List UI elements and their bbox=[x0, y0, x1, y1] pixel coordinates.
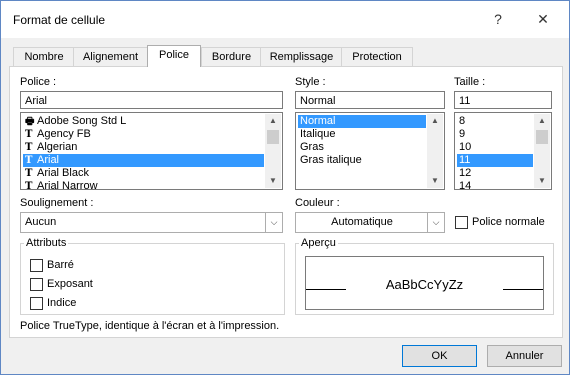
tab-nombre[interactable]: Nombre bbox=[13, 47, 75, 66]
exposant-checkbox[interactable] bbox=[30, 278, 43, 291]
font-info-text: Police TrueType, identique à l'écran et … bbox=[20, 320, 280, 332]
list-item[interactable]: Italique bbox=[298, 128, 426, 141]
police-tab-panel: Police : Arial 🖶 Adobe Song Std L T Agency… bbox=[9, 66, 563, 338]
barre-label: Barré bbox=[47, 259, 74, 271]
list-item[interactable]: 9 bbox=[457, 128, 533, 141]
police-normale-label: Police normale bbox=[472, 216, 545, 228]
tab-police[interactable]: Police bbox=[147, 45, 201, 67]
exposant-label: Exposant bbox=[47, 278, 93, 290]
soulignement-select[interactable]: Aucun ⌵ bbox=[20, 212, 283, 233]
police-input[interactable]: Arial bbox=[20, 91, 283, 109]
truetype-icon: T bbox=[25, 181, 33, 190]
tab-remplissage[interactable]: Remplissage bbox=[260, 47, 343, 66]
list-item[interactable]: 14 bbox=[457, 180, 533, 189]
title-bar: Format de cellule ? ✕ bbox=[1, 1, 569, 38]
scroll-down-icon[interactable]: ▼ bbox=[265, 174, 281, 188]
indice-label: Indice bbox=[47, 297, 77, 309]
taille-input[interactable]: 11 bbox=[454, 91, 552, 109]
apercu-preview: AaBbCcYyZz bbox=[305, 256, 544, 310]
style-label: Style : bbox=[295, 76, 326, 88]
list-item[interactable]: Gras bbox=[298, 141, 426, 154]
soulignement-label: Soulignement : bbox=[20, 197, 94, 209]
police-normale-checkbox[interactable] bbox=[455, 216, 468, 229]
tab-protection[interactable]: Protection bbox=[341, 47, 413, 66]
couleur-value: Automatique bbox=[331, 216, 393, 228]
attributs-title: Attributs bbox=[24, 237, 69, 249]
list-item[interactable]: 🖶 Adobe Song Std L bbox=[23, 115, 264, 128]
window-title: Format de cellule bbox=[13, 13, 106, 27]
printer-font-icon: 🖶 bbox=[25, 116, 35, 127]
scroll-down-icon[interactable]: ▼ bbox=[427, 174, 443, 188]
style-input[interactable]: Normal bbox=[295, 91, 445, 109]
scroll-down-icon[interactable]: ▼ bbox=[534, 174, 550, 188]
scroll-thumb[interactable] bbox=[267, 130, 279, 144]
apercu-title: Aperçu bbox=[299, 237, 338, 249]
indice-checkbox[interactable] bbox=[30, 297, 43, 310]
format-cells-dialog: Format de cellule ? ✕ Nombre Alignement … bbox=[0, 0, 570, 375]
truetype-icon: T bbox=[25, 155, 33, 166]
taille-label: Taille : bbox=[454, 76, 486, 88]
couleur-label: Couleur : bbox=[295, 197, 340, 209]
list-item-selected[interactable]: T Arial bbox=[23, 154, 264, 167]
preview-sample-text: AaBbCcYyZz bbox=[385, 277, 464, 292]
style-scrollbar[interactable]: ▲ ▼ bbox=[427, 114, 443, 188]
truetype-icon: T bbox=[25, 168, 33, 179]
list-item[interactable]: Gras italique bbox=[298, 154, 426, 167]
close-button[interactable]: ✕ bbox=[532, 9, 554, 29]
list-item[interactable]: T Agency FB bbox=[23, 128, 264, 141]
police-scrollbar[interactable]: ▲ ▼ bbox=[265, 114, 281, 188]
soulignement-value: Aucun bbox=[25, 216, 57, 228]
truetype-icon: T bbox=[25, 129, 33, 140]
tab-bordure[interactable]: Bordure bbox=[201, 47, 262, 66]
list-item[interactable]: 12 bbox=[457, 167, 533, 180]
list-item[interactable]: T Algerian bbox=[23, 141, 264, 154]
police-list[interactable]: 🖶 Adobe Song Std L T Agency FB T Algerian T… bbox=[20, 112, 283, 190]
taille-scrollbar[interactable]: ▲ ▼ bbox=[534, 114, 550, 188]
chevron-down-icon[interactable]: ⌵ bbox=[427, 213, 444, 232]
scroll-thumb[interactable] bbox=[536, 130, 548, 144]
barre-checkbox[interactable] bbox=[30, 259, 43, 272]
couleur-select[interactable]: Automatique ⌵ bbox=[295, 212, 445, 233]
scroll-up-icon[interactable]: ▲ bbox=[265, 114, 281, 128]
ok-button[interactable]: OK bbox=[402, 345, 477, 367]
style-list[interactable]: Normal Italique Gras Gras italique ▲ ▼ bbox=[295, 112, 445, 190]
tab-alignement[interactable]: Alignement bbox=[73, 47, 148, 66]
scroll-up-icon[interactable]: ▲ bbox=[534, 114, 550, 128]
list-item[interactable]: T Arial Black bbox=[23, 167, 264, 180]
truetype-icon: T bbox=[25, 142, 33, 153]
list-item[interactable]: 10 bbox=[457, 141, 533, 154]
scroll-up-icon[interactable]: ▲ bbox=[427, 114, 443, 128]
list-item-selected[interactable]: Normal bbox=[298, 115, 426, 128]
list-item-selected[interactable]: 11 bbox=[457, 154, 533, 167]
cancel-button[interactable]: Annuler bbox=[487, 345, 562, 367]
taille-list[interactable]: 8 9 10 11 12 14 ▲ ▼ bbox=[454, 112, 552, 190]
chevron-down-icon[interactable]: ⌵ bbox=[265, 213, 282, 232]
list-item[interactable]: 8 bbox=[457, 115, 533, 128]
police-label: Police : bbox=[20, 76, 57, 88]
list-item[interactable]: T Arial Narrow bbox=[23, 180, 264, 190]
help-button[interactable]: ? bbox=[487, 9, 509, 29]
